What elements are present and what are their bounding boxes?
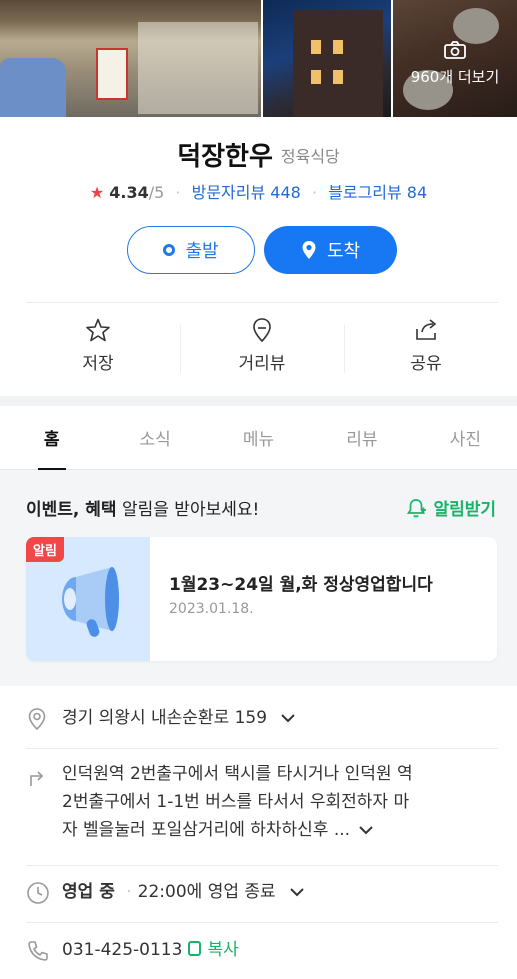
tab-bar: 홈 소식 메뉴 리뷰 사진 [0, 406, 517, 470]
star-rating-icon: ★ [89, 183, 105, 202]
share-icon [416, 319, 437, 340]
parked-car [0, 58, 66, 117]
hours-row[interactable]: 영업 중 · 22:00에 영업 종료 [26, 876, 498, 912]
lit-window [333, 70, 343, 84]
place-category: 정육식당 [280, 146, 340, 166]
tab-photos[interactable]: 사진 [414, 406, 517, 469]
notice-badge: 알림 [26, 537, 64, 562]
save-action-label: 저장 [82, 354, 114, 374]
food-photo[interactable]: 960개 더보기 [393, 0, 517, 117]
divider [26, 922, 498, 923]
notice-card[interactable]: 알림 1월23~24일 월,화 정상영업합니다 2023.01.18. [26, 537, 497, 661]
dot-separator: · [311, 183, 318, 202]
storefront-curtain [138, 22, 258, 114]
divider [26, 302, 498, 303]
lit-window [333, 40, 343, 54]
notice-title: 1월23~24일 월,화 정상영업합니다 [169, 575, 433, 595]
event-heading-bold: 이벤트, 혜택 [26, 500, 117, 520]
tab-reviews[interactable]: 리뷰 [310, 406, 413, 469]
rating-value: 4.34 [109, 183, 149, 202]
photo-strip: 960개 더보기 [0, 0, 517, 117]
star-icon [86, 318, 110, 342]
hours-text-wrap: 영업 중 · 22:00에 영업 종료 [62, 878, 305, 906]
address-text-wrap: 경기 의왕시 내손순환로 159 [62, 704, 296, 732]
directions-line-3: 자 벨을눌러 포일삼거리에 하차하신후 ... [62, 820, 351, 840]
phone-text-wrap: 031-425-0113 복사 [62, 936, 239, 964]
place-name: 덕장한우 [177, 142, 273, 172]
dot-separator: · [126, 882, 132, 902]
camera-icon [444, 41, 466, 59]
rating-max: /5 [148, 183, 165, 202]
directions-row[interactable]: 인덕원역 2번출구에서 택시를 타시거나 인덕원 역 2번출구에서 1-1번 버… [26, 760, 498, 866]
map-pin-icon [253, 318, 271, 343]
building-night-photo[interactable] [263, 0, 391, 117]
address-row[interactable]: 경기 의왕시 내손순환로 159 [26, 700, 498, 748]
storefront-sign [96, 48, 128, 100]
lit-window [311, 40, 321, 54]
arrive-button-label: 도착 [326, 241, 361, 262]
building-shape [293, 10, 383, 117]
start-button[interactable]: 출발 [127, 226, 255, 274]
action-row: 저장 거리뷰 공유 [16, 317, 508, 381]
event-heading: 이벤트, 혜택 알림을 받아보세요! [26, 495, 259, 520]
more-photos-label: 960개 더보기 [410, 68, 500, 86]
divider [26, 748, 498, 749]
notice-date: 2023.01.18. [169, 601, 254, 617]
share-action-label: 공유 [410, 354, 442, 374]
tab-home[interactable]: 홈 [0, 406, 103, 470]
copy-button[interactable]: 복사 [207, 940, 238, 960]
rating-row: ★ 4.34/5 · 방문자리뷰 448 · 블로그리뷰 84 [0, 179, 517, 203]
chevron-down-icon[interactable] [358, 825, 374, 835]
address-text: 경기 의왕시 내손순환로 159 [62, 708, 268, 728]
subscribe-label: 알림받기 [433, 500, 496, 520]
share-action[interactable]: 공유 [344, 317, 508, 381]
more-photos-overlay[interactable]: 960개 더보기 [393, 0, 517, 117]
event-heading-rest: 알림을 받아보세요! [116, 500, 260, 520]
turn-right-arrow-icon [30, 771, 44, 786]
section-separator [0, 396, 517, 406]
tab-news[interactable]: 소식 [103, 406, 206, 469]
chevron-down-icon[interactable] [289, 887, 305, 897]
directions-line-2: 2번출구에서 1-1번 버스를 타서서 우회전하자 마 [62, 792, 410, 812]
location-pin-icon [28, 708, 46, 731]
notice-card-image: 알림 [26, 537, 150, 661]
phone-number: 031-425-0113 [62, 940, 183, 960]
clock-icon [27, 882, 49, 904]
directions-line-1: 인덕원역 2번출구에서 택시를 타시거나 인덕원 역 [62, 764, 413, 784]
hours-text: 22:00에 영업 종료 [137, 882, 276, 902]
street-view-action-label: 거리뷰 [238, 354, 286, 374]
tab-menu[interactable]: 메뉴 [207, 406, 310, 469]
phone-icon [28, 941, 48, 961]
directions-line-3-wrap: 자 벨을눌러 포일삼거리에 하차하신후 ... [62, 816, 413, 844]
subscribe-alerts-button[interactable]: 알림받기 [405, 495, 496, 520]
chevron-down-icon[interactable] [280, 713, 296, 723]
divider [26, 865, 498, 866]
copy-icon[interactable] [188, 940, 202, 956]
event-section: 이벤트, 혜택 알림을 받아보세요! 알림받기 알림 1월23~24일 월,화 … [0, 470, 517, 686]
hours-status: 영업 중 [62, 882, 115, 902]
destination-pin-icon [302, 241, 316, 259]
blog-reviews-link[interactable]: 블로그리뷰 84 [328, 183, 427, 202]
arrive-button[interactable]: 도착 [264, 226, 397, 274]
lit-window [311, 70, 321, 84]
save-action[interactable]: 저장 [16, 317, 180, 381]
origin-dot-icon [163, 244, 176, 256]
dot-separator: · [175, 183, 181, 202]
directions-text: 인덕원역 2번출구에서 택시를 타시거나 인덕원 역 2번출구에서 1-1번 버… [62, 760, 413, 844]
phone-row[interactable]: 031-425-0113 복사 [26, 934, 498, 974]
bell-plus-icon [407, 498, 427, 517]
place-title-row: 덕장한우 정육식당 [0, 136, 517, 173]
start-button-label: 출발 [185, 241, 219, 262]
storefront-photo[interactable] [0, 0, 261, 117]
street-view-action[interactable]: 거리뷰 [180, 317, 344, 381]
visitor-reviews-link[interactable]: 방문자리뷰 448 [192, 183, 301, 202]
